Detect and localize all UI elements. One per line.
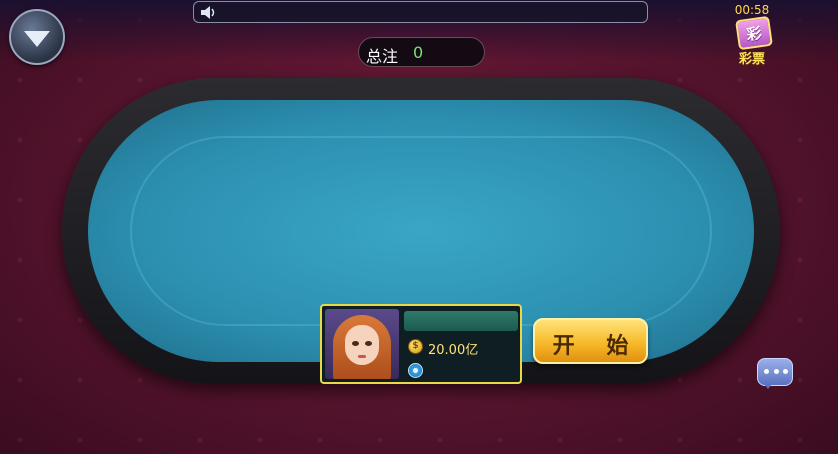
chip-icon [408,363,423,378]
player-chip-bar [404,362,518,380]
total-bet-label: 总注 [366,47,399,66]
table-inner-line [130,136,712,326]
coin-icon: $ [408,339,423,354]
total-bet-display: 总注 0 [358,37,485,67]
menu-dropdown-button[interactable] [9,9,65,65]
total-bet-value: 0 [413,43,424,62]
lottery-icon: 彩 [735,15,773,51]
broadcast-message-bar [193,1,648,23]
clock-time: 00:58 [734,3,770,17]
player-money-bar: $ 20.00亿 [404,337,518,358]
start-button[interactable]: 开 始 [533,318,648,364]
player-name-bar [404,311,518,331]
lottery-label: 彩票 [738,52,765,67]
start-button-label: 开 始 [552,334,641,359]
chat-icon [764,369,788,375]
player-money: 20.00亿 [428,343,479,358]
chat-button[interactable] [757,358,793,389]
player-seat[interactable]: $ 20.00亿 [320,304,522,384]
avatar[interactable] [325,309,399,379]
chevron-down-icon [24,31,50,47]
speaker-icon [201,6,215,19]
lottery-button[interactable]: 彩 彩票 [730,15,774,68]
